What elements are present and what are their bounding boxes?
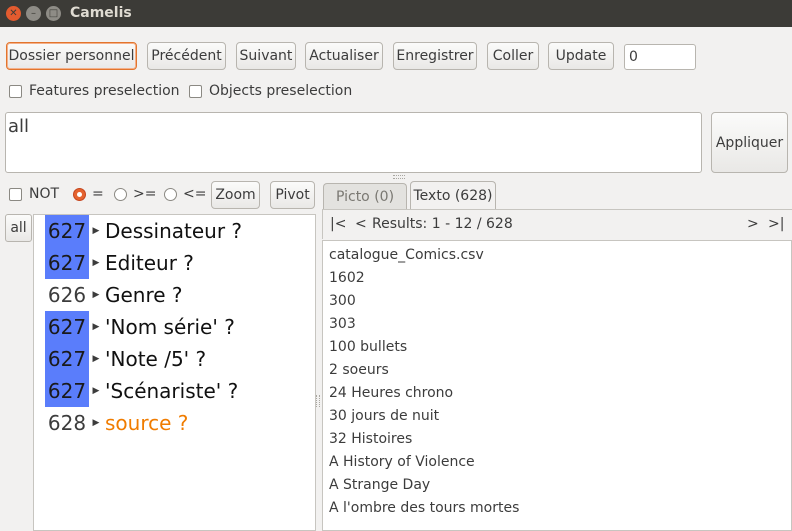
feature-row[interactable]: 627 ▶ Editeur ? <box>45 247 315 279</box>
feature-label: 'Scénariste' ? <box>105 379 239 403</box>
less-equal-label: <= <box>183 186 207 202</box>
paste-button[interactable]: Coller <box>487 42 539 70</box>
next-button[interactable]: Suivant <box>236 42 296 70</box>
feature-row[interactable]: 627 ▶ 'Scénariste' ? <box>45 375 315 407</box>
last-page-button[interactable]: >| <box>768 216 784 232</box>
apply-button[interactable]: Appliquer <box>711 112 788 173</box>
greater-equal-radio-dot[interactable] <box>114 187 127 201</box>
previous-button[interactable]: Précédent <box>147 42 226 70</box>
result-item[interactable]: 24 Heures chrono <box>329 385 453 401</box>
expand-triangle-icon[interactable]: ▶ <box>89 258 103 268</box>
update-button[interactable]: Update <box>548 42 614 70</box>
results-nav-bar: |< < Results: 1 - 12 / 628 > >| <box>322 209 792 239</box>
features-preselection-checkbox[interactable]: Features preselection <box>9 83 180 99</box>
not-box[interactable] <box>9 187 22 201</box>
zoom-button[interactable]: Zoom <box>211 181 260 209</box>
feature-label: 'Nom série' ? <box>105 315 235 339</box>
equal-label: = <box>92 186 104 202</box>
result-item[interactable]: A Strange Day <box>329 477 430 493</box>
feature-row[interactable]: 627 ▶ 'Note /5' ? <box>45 343 315 375</box>
first-page-button[interactable]: |< <box>330 216 346 232</box>
less-equal-radio-dot[interactable] <box>164 187 177 201</box>
result-item[interactable]: 300 <box>329 293 356 309</box>
result-item[interactable]: catalogue_Comics.csv <box>329 247 484 263</box>
equal-radio[interactable]: = <box>73 186 104 202</box>
greater-equal-label: >= <box>133 186 157 202</box>
not-label: NOT <box>29 186 60 202</box>
pane-resize-handle[interactable] <box>393 175 405 179</box>
expand-triangle-icon[interactable]: ▶ <box>89 322 103 332</box>
result-item[interactable]: 32 Histoires <box>329 431 412 447</box>
close-window-button[interactable]: ✕ <box>6 6 21 21</box>
result-item[interactable]: 2 soeurs <box>329 362 389 378</box>
equal-radio-dot[interactable] <box>73 187 86 201</box>
feature-count: 627 <box>45 311 89 343</box>
result-item[interactable]: 303 <box>329 316 356 332</box>
expand-triangle-icon[interactable]: ▶ <box>89 290 103 300</box>
results-summary: Results: 1 - 12 / 628 <box>372 216 513 232</box>
maximize-window-button[interactable]: □ <box>46 6 61 21</box>
features-preselection-label: Features preselection <box>29 83 180 99</box>
expand-triangle-icon[interactable]: ▶ <box>89 418 103 428</box>
pivot-button[interactable]: Pivot <box>270 181 315 209</box>
feature-label: Editeur ? <box>105 251 194 275</box>
feature-list: 627 ▶ Dessinateur ? 627 ▶ Editeur ? 626 ▶ Genre … <box>45 215 315 530</box>
objects-preselection-label: Objects preselection <box>209 83 353 99</box>
feature-label: source ? <box>105 411 189 435</box>
tab-picto[interactable]: Picto (0) <box>323 183 407 209</box>
result-item[interactable]: 30 jours de nuit <box>329 408 439 424</box>
not-checkbox[interactable]: NOT <box>9 186 59 202</box>
greater-equal-radio[interactable]: >= <box>114 186 156 202</box>
feature-row[interactable]: 628 ▶ source ? <box>45 407 315 439</box>
refresh-button[interactable]: Actualiser <box>305 42 383 70</box>
feature-label: Genre ? <box>105 283 183 307</box>
tab-texto[interactable]: Texto (628) <box>410 181 496 209</box>
home-folder-button[interactable]: Dossier personnel <box>6 42 137 70</box>
expand-triangle-icon[interactable]: ▶ <box>89 226 103 236</box>
feature-row[interactable]: 627 ▶ 'Nom série' ? <box>45 311 315 343</box>
feature-tree: 627 ▶ Dessinateur ? 627 ▶ Editeur ? 626 ▶ Genre … <box>33 214 316 531</box>
objects-preselection-checkbox[interactable]: Objects preselection <box>189 83 352 99</box>
result-item[interactable]: A History of Violence <box>329 454 475 470</box>
save-button[interactable]: Enregistrer <box>393 42 477 70</box>
feature-count: 627 <box>45 215 89 247</box>
feature-count: 628 <box>47 411 87 435</box>
query-textarea[interactable]: all <box>5 112 702 173</box>
next-page-button[interactable]: > <box>747 216 759 232</box>
root-feature-button[interactable]: all <box>5 214 32 242</box>
minimize-window-button[interactable]: – <box>26 6 41 21</box>
feature-count: 627 <box>45 247 89 279</box>
title-bar: ✕ – □ Camelis <box>0 0 792 27</box>
feature-count: 627 <box>45 375 89 407</box>
query-text: all <box>8 116 30 137</box>
expand-triangle-icon[interactable]: ▶ <box>89 354 103 364</box>
feature-row[interactable]: 627 ▶ Dessinateur ? <box>45 215 315 247</box>
counter-value: 0 <box>629 49 638 65</box>
feature-count: 626 <box>47 283 87 307</box>
result-item[interactable]: A l'ombre des tours mortes <box>329 500 519 516</box>
maximize-icon: □ <box>48 7 59 19</box>
vertical-resize-handle[interactable] <box>316 395 320 407</box>
features-preselection-box[interactable] <box>9 84 22 98</box>
result-item[interactable]: 100 bullets <box>329 339 407 355</box>
feature-row[interactable]: 626 ▶ Genre ? <box>45 279 315 311</box>
less-equal-radio[interactable]: <= <box>164 186 206 202</box>
counter-input[interactable]: 0 <box>624 44 696 70</box>
expand-triangle-icon[interactable]: ▶ <box>89 386 103 396</box>
feature-count: 627 <box>45 343 89 375</box>
result-item[interactable]: 1602 <box>329 270 365 286</box>
objects-preselection-box[interactable] <box>189 84 202 98</box>
feature-label: Dessinateur ? <box>105 219 243 243</box>
close-icon: ✕ <box>9 7 18 19</box>
minimize-icon: – <box>31 7 36 19</box>
feature-label: 'Note /5' ? <box>105 347 207 371</box>
window-title: Camelis <box>70 5 132 21</box>
previous-page-button[interactable]: < <box>355 216 367 232</box>
results-list: catalogue_Comics.csv 1602 300 303 100 bullet… <box>322 240 792 531</box>
